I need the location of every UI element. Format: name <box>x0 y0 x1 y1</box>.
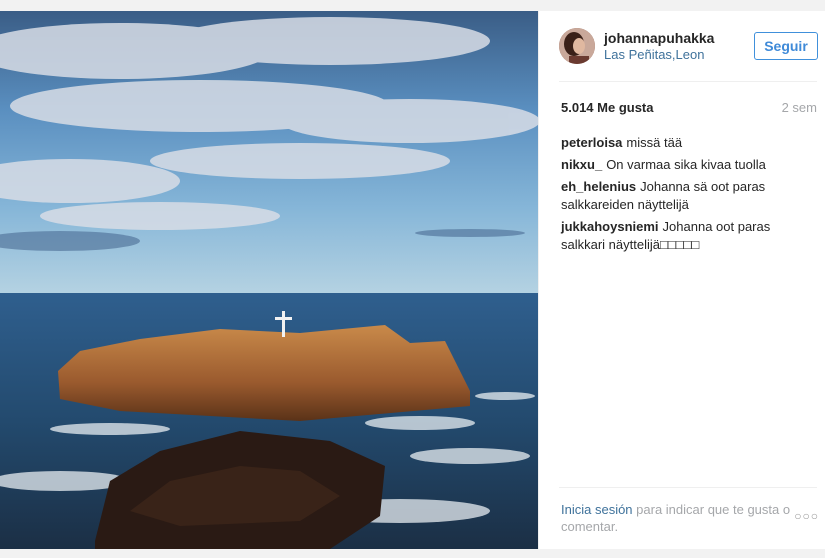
comment-username[interactable]: jukkahoysniemi <box>561 219 659 234</box>
login-prompt: Inicia sesión para indicar que te gusta … <box>561 501 796 535</box>
comment-item: jukkahoysniemi Johanna oot paras salkkari… <box>561 218 811 254</box>
comment-item: nikxu_ On varmaa sika kivaa tuolla <box>561 156 811 174</box>
footer-divider <box>559 487 817 488</box>
header-divider <box>559 81 817 82</box>
comment-username[interactable]: nikxu_ <box>561 157 602 172</box>
comment-item: eh_helenius Johanna sä oot paras salkkare… <box>561 178 811 214</box>
post-sidebar: johannapuhakka Las Peñitas,Leon Seguir 5… <box>538 11 825 549</box>
post-time-ago: 2 sem <box>781 100 817 115</box>
likes-count[interactable]: 5.014 Me gusta <box>561 100 654 115</box>
comment-text: missä tää <box>626 135 683 150</box>
post-card: johannapuhakka Las Peñitas,Leon Seguir 5… <box>0 11 825 549</box>
comment-username[interactable]: eh_helenius <box>561 179 636 194</box>
comment-text: On varmaa sika kivaa tuolla <box>606 157 766 172</box>
comment-item: peterloisa missä tää <box>561 134 811 152</box>
login-link[interactable]: Inicia sesión <box>561 502 633 517</box>
seascape-photo-icon <box>0 11 538 549</box>
post-username[interactable]: johannapuhakka <box>604 30 714 46</box>
post-location[interactable]: Las Peñitas,Leon <box>604 47 704 62</box>
comment-list: peterloisa missä tää nikxu_ On varmaa sika… <box>561 134 811 258</box>
comment-username[interactable]: peterloisa <box>561 135 622 150</box>
user-avatar-icon[interactable] <box>559 28 595 64</box>
post-header: johannapuhakka Las Peñitas,Leon Seguir <box>539 11 825 81</box>
more-options-icon[interactable]: ○○○ <box>794 509 819 523</box>
post-photo[interactable] <box>0 11 538 549</box>
follow-button[interactable]: Seguir <box>754 32 818 60</box>
